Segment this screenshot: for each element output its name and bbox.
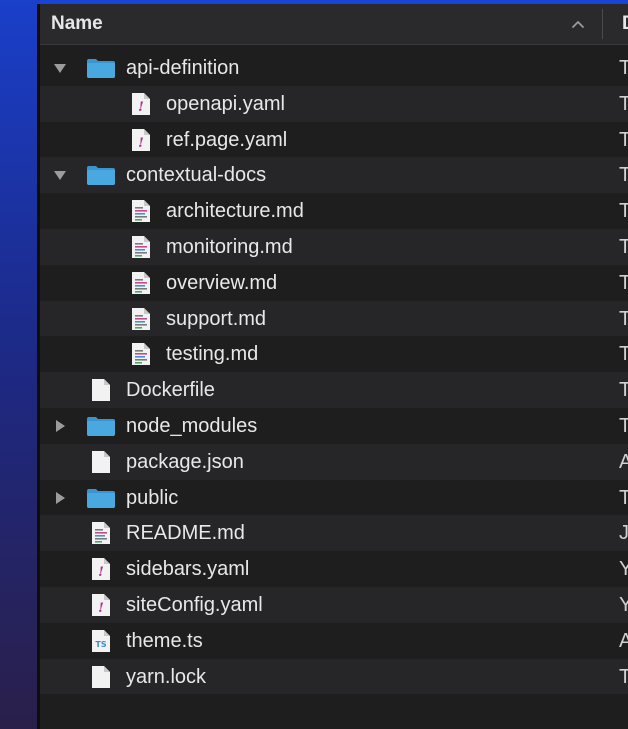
file-row[interactable]: TS theme.ts A	[40, 623, 628, 659]
column-header-bar: Name D	[40, 4, 628, 45]
next-column-cell: A	[619, 450, 628, 473]
file-row[interactable]: ! siteConfig.yaml Y	[40, 586, 628, 623]
file-name-label: ref.page.yaml	[166, 128, 288, 151]
next-column-cell: T	[619, 235, 628, 258]
file-name-label: Dockerfile	[126, 379, 215, 402]
disclosure-triangle-expanded-icon[interactable]	[53, 61, 67, 75]
next-column-cell: T	[619, 486, 628, 509]
next-column-cell: Y	[619, 558, 628, 581]
file-name-label: siteConfig.yaml	[126, 593, 263, 616]
next-column-cell: T	[619, 92, 628, 115]
file-name-label: public	[126, 486, 179, 509]
file-row[interactable]: overview.md T	[40, 265, 628, 301]
next-column-cell: T	[619, 164, 628, 187]
svg-text:!: !	[138, 136, 144, 151]
file-name-label: api-definition	[126, 57, 240, 79]
file-name-label: architecture.md	[166, 200, 304, 223]
file-row[interactable]: ! sidebars.yaml Y	[40, 551, 628, 587]
document-icon	[86, 665, 116, 689]
file-row[interactable]: yarn.lock T	[40, 658, 628, 695]
chevron-up-icon[interactable]	[568, 14, 588, 34]
markdown-file-icon	[126, 199, 156, 223]
next-column-header[interactable]: D	[622, 13, 628, 35]
next-column-cell: Y	[619, 593, 628, 616]
file-name-label: openapi.yaml	[166, 92, 285, 115]
next-column-cell: A	[619, 629, 628, 652]
next-column-cell: T	[619, 307, 628, 330]
file-name-label: sidebars.yaml	[126, 558, 250, 581]
file-name-label: support.md	[166, 307, 267, 330]
file-row[interactable]: support.md T	[40, 300, 628, 337]
column-divider[interactable]	[602, 9, 603, 39]
disclosure-triangle-collapsed-icon[interactable]	[53, 419, 67, 433]
disclosure-triangle-expanded-icon[interactable]	[53, 168, 67, 182]
folder-icon	[86, 486, 116, 510]
folder-row[interactable]: api-definition T	[40, 50, 628, 86]
file-name-label: monitoring.md	[166, 235, 293, 258]
file-name-label: theme.ts	[126, 629, 203, 652]
markdown-file-icon	[126, 235, 156, 259]
svg-text:!: !	[98, 565, 104, 580]
file-name-label: contextual-docs	[126, 164, 267, 187]
yaml-file-icon: !	[86, 593, 116, 617]
file-row[interactable]: Dockerfile T	[40, 372, 628, 408]
file-row[interactable]: package.json A	[40, 443, 628, 480]
file-row[interactable]: monitoring.md T	[40, 228, 628, 265]
yaml-file-icon: !	[126, 92, 156, 116]
document-icon	[86, 450, 116, 474]
typescript-file-icon: TS	[86, 629, 116, 653]
file-name-label: yarn.lock	[126, 665, 207, 688]
name-column-header[interactable]: Name	[51, 13, 103, 35]
typescript-badge-text: TS	[95, 640, 106, 649]
file-name-label: testing.md	[166, 343, 259, 366]
disclosure-triangle-collapsed-icon[interactable]	[53, 491, 67, 505]
file-name-label: overview.md	[166, 271, 278, 294]
folder-row[interactable]: public T	[40, 480, 628, 516]
file-name-label: package.json	[126, 450, 244, 473]
file-row[interactable]: ! openapi.yaml T	[40, 85, 628, 122]
next-column-cell: T	[619, 665, 628, 688]
next-column-cell: T	[619, 414, 628, 437]
folder-icon	[86, 56, 116, 80]
file-row[interactable]: README.md J	[40, 515, 628, 552]
yaml-file-icon: !	[126, 128, 156, 152]
file-row[interactable]: ! ref.page.yaml T	[40, 122, 628, 158]
file-list: api-definition T ! openapi.yaml T ! ref.pa…	[40, 50, 628, 695]
markdown-file-icon	[126, 342, 156, 366]
folder-row[interactable]: node_modules T	[40, 408, 628, 444]
finder-list-view: Name D api-definition T ! openapi.yaml T !…	[40, 4, 628, 729]
folder-icon	[86, 163, 116, 187]
next-column-cell: T	[619, 128, 628, 151]
file-name-label: README.md	[126, 522, 245, 545]
markdown-file-icon	[86, 521, 116, 545]
next-column-cell: T	[619, 200, 628, 223]
desktop-background	[0, 0, 40, 729]
folder-icon	[86, 414, 116, 438]
next-column-cell: T	[619, 379, 628, 402]
svg-text:!: !	[138, 100, 144, 115]
next-column-cell: T	[619, 57, 628, 79]
next-column-cell: J	[619, 522, 628, 545]
markdown-file-icon	[126, 307, 156, 331]
file-name-label: node_modules	[126, 414, 258, 437]
yaml-file-icon: !	[86, 557, 116, 581]
file-row[interactable]: testing.md T	[40, 336, 628, 372]
next-column-cell: T	[619, 271, 628, 294]
document-icon	[86, 378, 116, 402]
file-row[interactable]: architecture.md T	[40, 193, 628, 229]
markdown-file-icon	[126, 271, 156, 295]
next-column-cell: T	[619, 343, 628, 366]
folder-row[interactable]: contextual-docs T	[40, 157, 628, 194]
svg-text:!: !	[98, 601, 104, 616]
